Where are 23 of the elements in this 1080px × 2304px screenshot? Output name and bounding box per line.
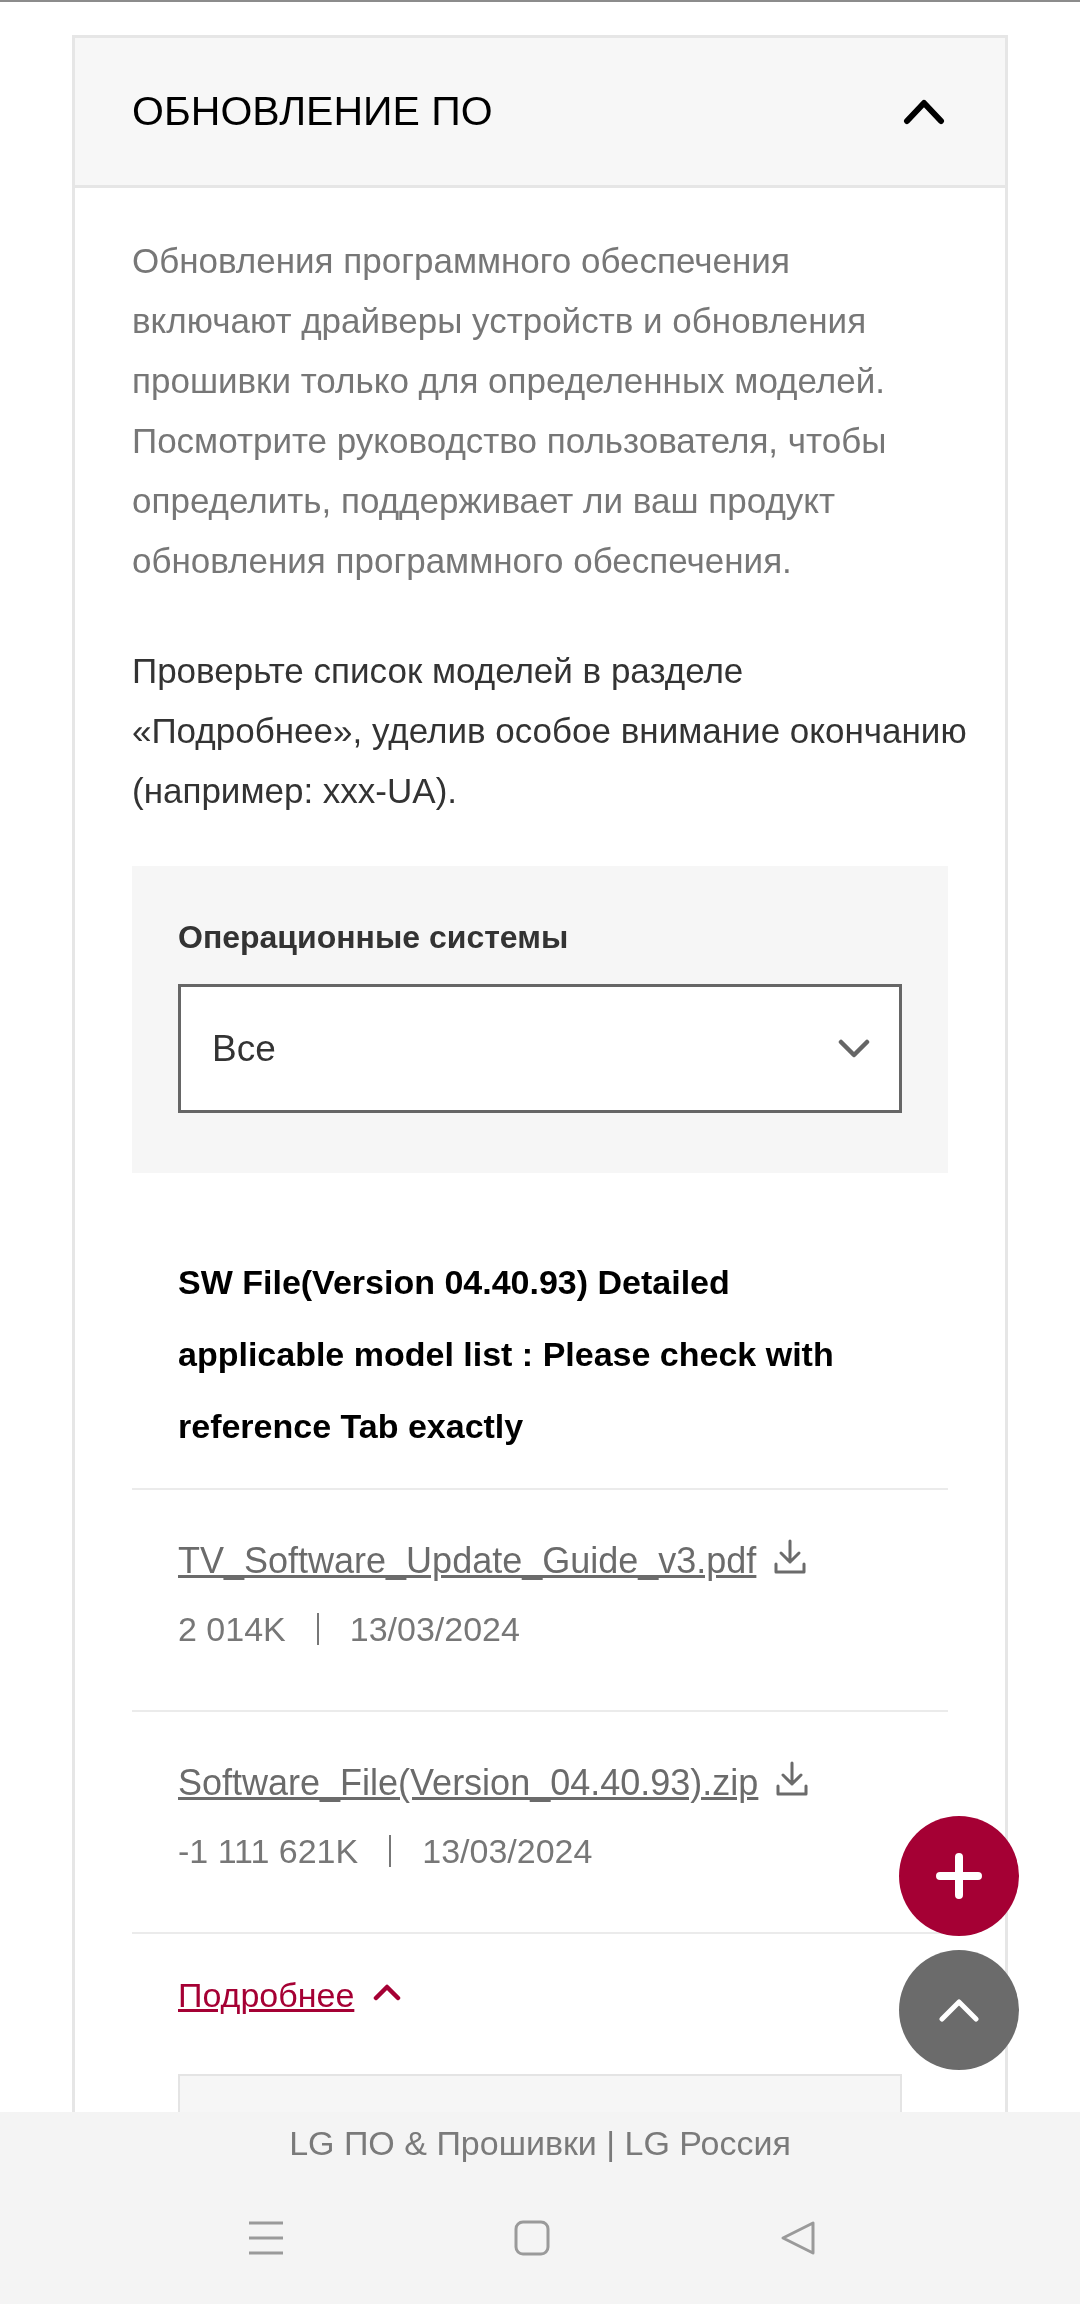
plus-icon	[936, 1853, 982, 1899]
menu-icon[interactable]	[247, 2220, 285, 2256]
intro-paragraph: Обновления программного обеспечения включают драйверы устройств и обновления прошивки только для определенных моделей. Посмотрите руководство пользователя, чтобы определить, поддерживает ли ваш продукт обновления программного обеспечения.	[132, 240, 888, 582]
release-title: SW File(Version 04.40.93) Detailed applicable model list : Please check with reference Tab exactly	[132, 1246, 948, 1490]
select-value: Все	[212, 1026, 276, 1071]
caret-icon	[939, 1998, 979, 2022]
home-icon[interactable]	[514, 2220, 550, 2256]
accordion-header[interactable]: ОБНОВЛЕНИЕ ПО	[75, 38, 1005, 188]
file-size: 2 014K	[178, 1609, 286, 1650]
note-paragraph: Проверьте список моделей в разделе «Подробнее», уделив особое внимание окончанию (например: xxx-UA).	[132, 650, 968, 812]
download-icon	[775, 1761, 810, 1797]
chevron-down-icon	[838, 1038, 870, 1059]
file-date: 13/03/2024	[349, 1609, 520, 1650]
file-link[interactable]: TV_Software_Update_Guide_v3.pdf	[178, 1536, 808, 1586]
details-link[interactable]: Подробнее	[178, 1970, 402, 2020]
file-size: -1 111 621K	[178, 1831, 359, 1872]
page-title: LG ПО & Прошивки | LG Россия	[288, 2123, 792, 2163]
file-link[interactable]: Software_File(Version_04.40.93).zip	[178, 1758, 810, 1808]
back-icon[interactable]	[780, 2220, 816, 2256]
download-icon	[773, 1539, 808, 1575]
file-date: 13/03/2024	[422, 1831, 593, 1872]
os-select[interactable]: Все	[178, 984, 902, 1113]
filter-label: Операционные системы	[178, 918, 570, 957]
